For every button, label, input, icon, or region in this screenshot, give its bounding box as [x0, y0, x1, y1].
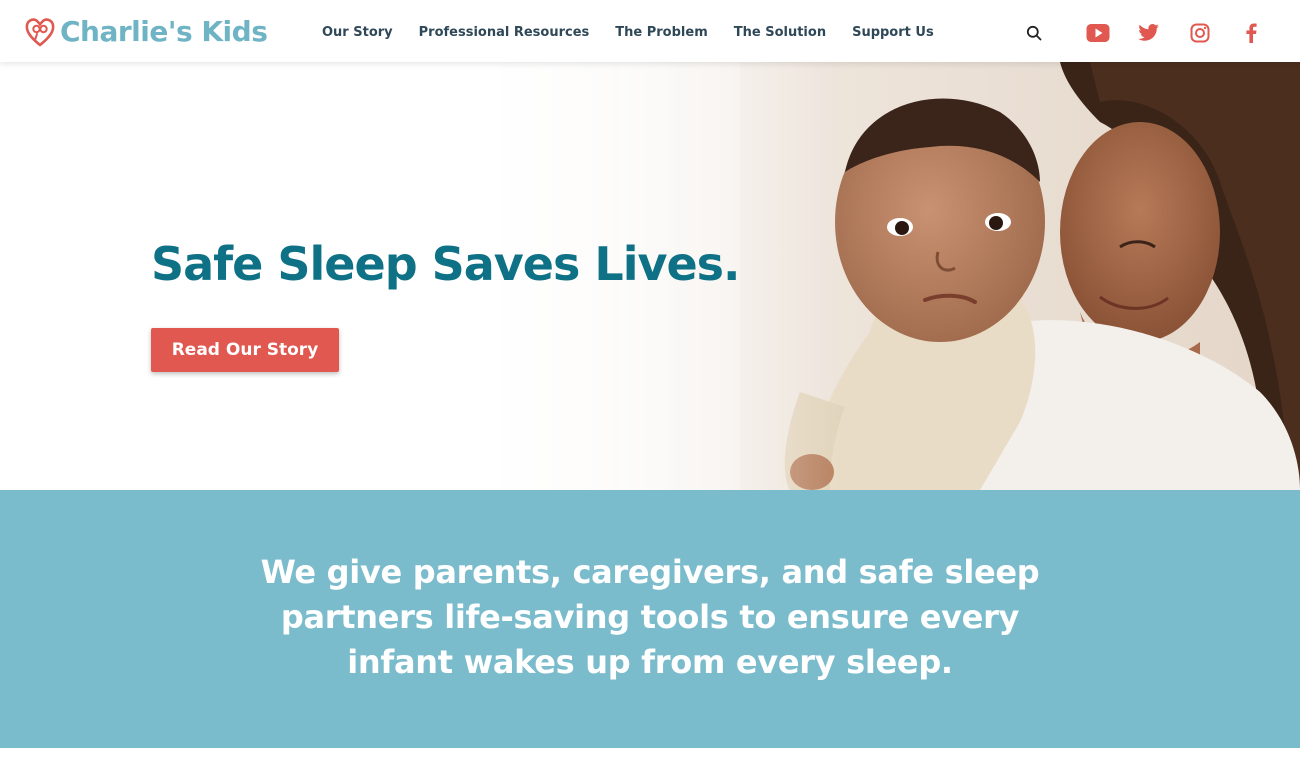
search-button[interactable]: [1022, 22, 1046, 44]
facebook-icon: [1246, 23, 1257, 43]
main-nav: Our Story Professional Resources The Pro…: [322, 24, 960, 42]
facebook-link[interactable]: [1239, 22, 1263, 44]
nav-item-support-us[interactable]: Support Us: [852, 24, 934, 42]
instagram-link[interactable]: [1188, 22, 1212, 44]
site-header: Charlie's Kids Our Story Professional Re…: [0, 0, 1300, 62]
logo[interactable]: Charlie's Kids: [24, 14, 268, 50]
nav-item-professional-resources[interactable]: Professional Resources: [419, 24, 590, 42]
nav-item-the-solution[interactable]: The Solution: [734, 24, 826, 42]
hero-section: Safe Sleep Saves Lives. Read Our Story: [0, 62, 1300, 490]
mission-section: We give parents, caregivers, and safe sl…: [0, 490, 1300, 748]
twitter-link[interactable]: [1137, 22, 1161, 44]
hero-title: Safe Sleep Saves Lives.: [151, 237, 740, 291]
nav-item-the-problem[interactable]: The Problem: [615, 24, 707, 42]
youtube-icon: [1086, 24, 1110, 42]
heart-pacifier-icon: [25, 18, 55, 47]
instagram-icon: [1190, 23, 1210, 43]
mission-statement: We give parents, caregivers, and safe sl…: [260, 553, 1040, 681]
logo-text: Charlie's Kids: [60, 15, 268, 48]
youtube-link[interactable]: [1086, 22, 1110, 44]
twitter-icon: [1138, 24, 1159, 41]
nav-item-our-story[interactable]: Our Story: [322, 24, 393, 42]
below-fold-strip: [0, 748, 1300, 769]
read-our-story-button[interactable]: Read Our Story: [151, 328, 339, 372]
search-icon: [1026, 25, 1042, 41]
